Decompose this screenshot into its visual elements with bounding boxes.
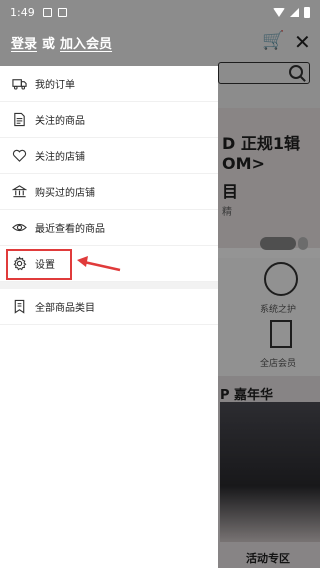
status-time: 1:49 xyxy=(10,5,35,19)
status-right xyxy=(273,6,310,18)
status-bar: 1:49 xyxy=(0,0,320,24)
menu-label-followed-products: 关注的商品 xyxy=(35,116,85,127)
bookmark-icon xyxy=(11,299,27,315)
menu-label-recently-viewed: 最近查看的商品 xyxy=(35,224,105,235)
eye-icon xyxy=(11,220,27,236)
side-drawer: 我的订单 关注的商品 关注的店铺 购买过的店铺 最近查看的商品 设置 全部商品类… xyxy=(0,66,218,568)
settings-highlight-box xyxy=(6,249,72,280)
menu-item-followed-products[interactable]: 关注的商品 xyxy=(0,102,218,138)
annotation-arrow xyxy=(77,256,121,272)
menu-item-followed-stores[interactable]: 关注的店铺 xyxy=(0,138,218,174)
battery-icon xyxy=(304,6,310,18)
login-link[interactable]: 登录 xyxy=(11,33,37,52)
truck-icon xyxy=(11,76,27,92)
menu-item-all-categories[interactable]: 全部商品类目 xyxy=(0,289,218,325)
menu-label-orders: 我的订单 xyxy=(35,80,75,91)
heart-icon xyxy=(11,148,27,164)
or-text: 或 xyxy=(42,37,56,52)
wifi-icon xyxy=(273,7,285,17)
document-icon xyxy=(11,112,27,128)
menu-item-recently-viewed[interactable]: 最近查看的商品 xyxy=(0,210,218,246)
join-member-link[interactable]: 加入会员 xyxy=(60,33,112,52)
signal-icon xyxy=(290,7,299,17)
login-row: 登录 或 加入会员 xyxy=(11,33,112,52)
menu-label-purchased-stores: 购买过的店铺 xyxy=(35,188,95,199)
menu-label-followed-stores: 关注的店铺 xyxy=(35,152,85,163)
bank-icon xyxy=(11,184,27,200)
app-notification-icon xyxy=(57,7,67,17)
menu-item-purchased-stores[interactable]: 购买过的店铺 xyxy=(0,174,218,210)
menu-item-orders[interactable]: 我的订单 xyxy=(0,66,218,102)
menu-divider xyxy=(0,282,218,289)
menu-label-all-categories: 全部商品类目 xyxy=(35,303,95,314)
notification-icon xyxy=(42,7,52,17)
